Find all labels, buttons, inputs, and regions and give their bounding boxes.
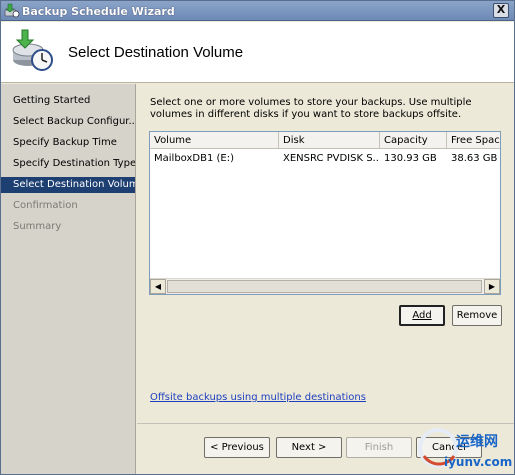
nav-item-confirmation: Confirmation	[13, 200, 78, 211]
cell-volume: MailboxDB1 (E:)	[154, 153, 234, 164]
finish-button: Finish	[346, 437, 412, 458]
page-title: Select Destination Volume	[68, 44, 244, 61]
window-title: Backup Schedule Wizard	[22, 5, 175, 18]
nav-item-specify-destination-type[interactable]: Specify Destination Type	[1, 156, 135, 172]
nav-item-select-backup-configuration[interactable]: Select Backup Configur...	[1, 114, 135, 130]
nav-item-getting-started[interactable]: Getting Started	[1, 93, 135, 109]
cell-disk: XENSRC PVDISK S...	[283, 153, 380, 164]
previous-button[interactable]: < Previous	[204, 437, 270, 458]
remove-button-label: Remove	[456, 310, 498, 321]
iyunv-watermark-logo: 运维网 iyunv.com	[418, 428, 512, 469]
watermark-text-cn: 运维网	[456, 433, 498, 450]
cell-free-space: 38.63 GB	[451, 153, 498, 164]
wizard-header: Select Destination Volume	[1, 22, 514, 83]
cell-capacity: 130.93 GB	[384, 153, 437, 164]
wizard-content: Select one or more volumes to store your…	[137, 84, 514, 474]
add-button-label: Add	[412, 310, 432, 321]
wizard-step-nav: Getting Started Select Backup Configur..…	[1, 84, 136, 474]
scroll-left-icon[interactable]: ◀	[150, 279, 166, 294]
instructions-text: Select one or more volumes to store your…	[150, 97, 472, 120]
column-header-disk[interactable]: Disk	[279, 132, 380, 149]
scroll-right-icon[interactable]: ▶	[484, 279, 500, 294]
backup-clock-icon	[12, 29, 53, 71]
next-button[interactable]: Next >	[276, 437, 342, 458]
horizontal-scrollbar[interactable]: ◀ ▶	[150, 278, 500, 294]
watermark-text-url: iyunv.com	[444, 455, 512, 469]
offsite-backups-link[interactable]: Offsite backups using multiple destinati…	[150, 392, 366, 403]
table-row[interactable]: MailboxDB1 (E:) XENSRC PVDISK S... 130.9…	[150, 151, 500, 166]
wizard-window: Backup Schedule Wizard X Select Destinat…	[0, 0, 515, 475]
footer-divider	[137, 423, 514, 424]
column-header-capacity[interactable]: Capacity	[380, 132, 447, 149]
volume-list[interactable]: Volume Disk Capacity Free Space MailboxD…	[149, 131, 501, 295]
scrollbar-thumb[interactable]	[167, 280, 482, 293]
remove-button[interactable]: Remove	[452, 305, 502, 326]
title-bar[interactable]: Backup Schedule Wizard X	[1, 1, 514, 21]
backup-app-icon	[4, 3, 20, 18]
column-header-free-space[interactable]: Free Space	[447, 132, 500, 149]
nav-item-select-destination-volume[interactable]: Select Destination Volume	[1, 177, 135, 193]
volume-list-header: Volume Disk Capacity Free Space	[150, 132, 500, 149]
nav-item-specify-backup-time[interactable]: Specify Backup Time	[1, 135, 135, 151]
nav-item-summary: Summary	[13, 221, 62, 232]
column-header-volume[interactable]: Volume	[150, 132, 279, 149]
add-button[interactable]: Add	[399, 305, 445, 326]
close-button[interactable]: X	[493, 3, 509, 18]
